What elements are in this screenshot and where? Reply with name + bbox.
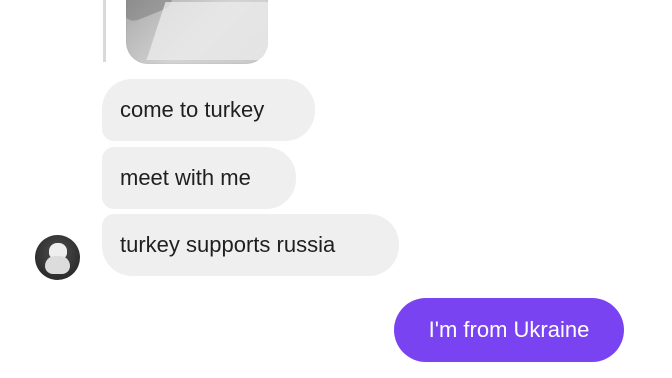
- message-text: come to turkey: [120, 97, 265, 122]
- message-text: I'm from Ukraine: [428, 317, 590, 342]
- message-text: meet with me: [120, 165, 251, 190]
- message-bubble: I'm from Ukraine: [394, 298, 624, 362]
- avatar[interactable]: [35, 235, 80, 280]
- message-bubble: meet with me: [102, 147, 296, 209]
- reply-indicator: [103, 0, 106, 62]
- message-bubble: come to turkey: [102, 79, 315, 141]
- message-text: turkey supports russia: [120, 232, 336, 257]
- message-bubble: turkey supports russia: [102, 214, 399, 276]
- image-attachment[interactable]: [126, 0, 268, 64]
